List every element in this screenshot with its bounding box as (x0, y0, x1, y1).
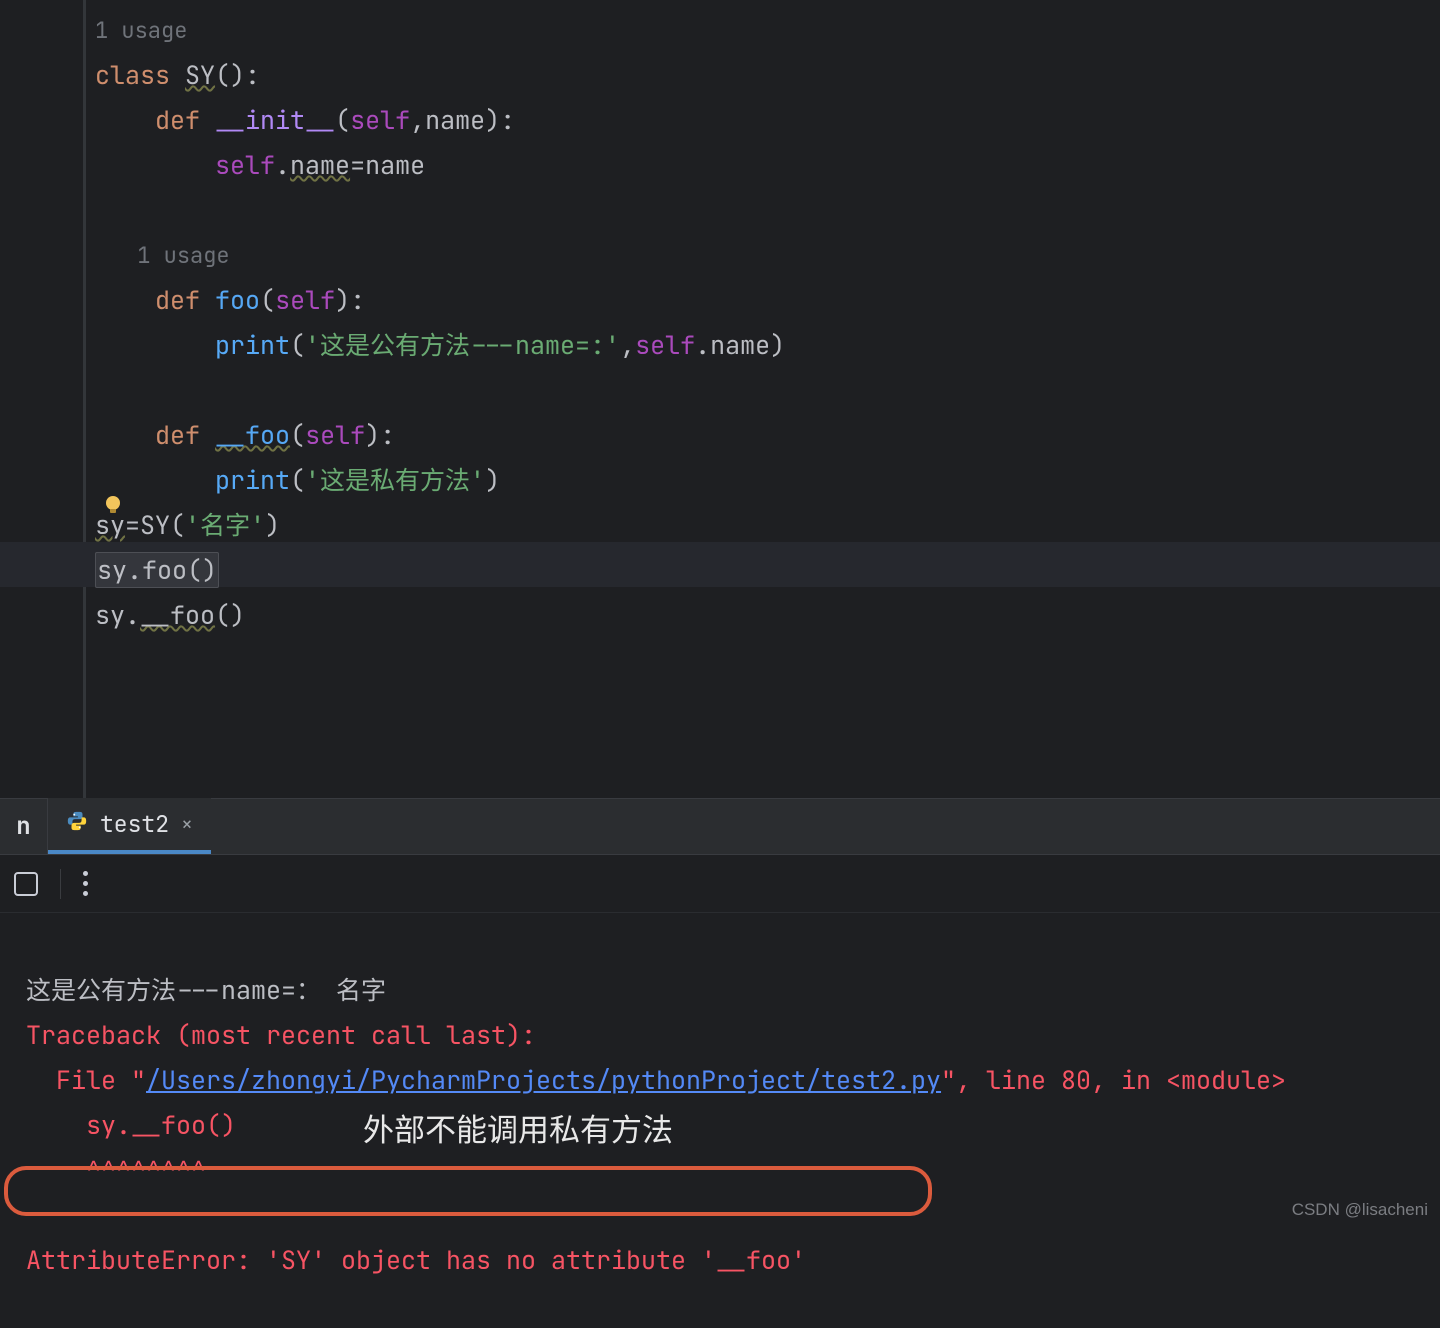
code-line-blank[interactable] (95, 188, 1440, 233)
code-line[interactable]: def __foo(self): (95, 413, 1440, 458)
punct: (): (215, 58, 260, 92)
code-line-blank[interactable] (95, 368, 1440, 413)
more-actions-icon[interactable] (83, 871, 88, 896)
annotation-overlay: 外部不能调用私有方法 (363, 1105, 673, 1150)
python-icon (66, 809, 88, 839)
traceback-file-lead: File " (26, 1063, 146, 1097)
code-line[interactable]: sy.foo() (95, 548, 1440, 593)
inlay-hint-usage: 1 usage (95, 233, 1440, 278)
console-output[interactable]: 这是公有方法---name=： 名字 Traceback (most recen… (0, 913, 1440, 1328)
code-line[interactable]: self.name=name (95, 143, 1440, 188)
run-toolbar (0, 855, 1440, 913)
traceback-caret: ^^^^^^^^ (26, 1153, 206, 1187)
code-line[interactable]: print('这是公有方法---name=:',self.name) (95, 323, 1440, 368)
inlay-hint-usage: 1 usage (95, 8, 1440, 53)
code-line[interactable]: print('这是私有方法') (95, 458, 1440, 503)
traceback-error: AttributeError: 'SY' object has no attri… (26, 1243, 806, 1277)
keyword-class: class (95, 58, 185, 92)
keyword-def: def (155, 103, 215, 137)
code-line[interactable]: sy=SY('名字') (95, 503, 1440, 548)
class-name: SY (185, 58, 215, 92)
traceback-call: sy.__foo() (26, 1108, 236, 1142)
gutter-border (83, 0, 86, 798)
lightbulb-icon[interactable] (101, 493, 125, 517)
code-line[interactable]: def foo(self): (95, 278, 1440, 323)
console-stdout: 这是公有方法---name=： 名字 (26, 973, 386, 1007)
run-tab-test2[interactable]: test2 × (48, 798, 211, 854)
method-name: __init__ (215, 103, 335, 137)
code-line[interactable]: class SY(): (95, 53, 1440, 98)
run-tab-stub[interactable]: n (0, 798, 48, 854)
stop-button[interactable] (14, 872, 38, 896)
code-line[interactable]: def __init__(self,name): (95, 98, 1440, 143)
run-tool-window: n test2 × 这是公有方法---name=： 名字 Traceback (… (0, 798, 1440, 1226)
traceback-header: Traceback (most recent call last): (26, 1018, 536, 1052)
run-tab-bar: n test2 × (0, 799, 1440, 855)
code-editor[interactable]: 1 usage class SY(): def __init__(self,na… (0, 0, 1440, 798)
toolbar-separator (60, 869, 61, 899)
watermark: CSDN @lisacheni (1292, 1200, 1428, 1220)
traceback-file-link[interactable]: /Users/zhongyi/PycharmProjects/pythonPro… (146, 1063, 941, 1097)
run-tab-title: test2 (100, 809, 169, 839)
code-line[interactable]: sy.__foo() (95, 593, 1440, 638)
close-icon[interactable]: × (181, 811, 193, 837)
